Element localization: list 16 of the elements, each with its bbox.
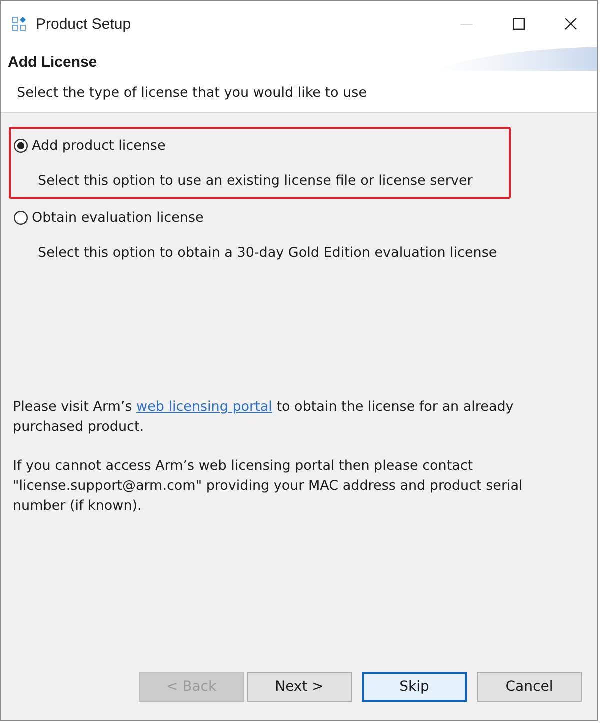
radio-button[interactable]	[14, 211, 28, 225]
option-description: Select this option to obtain a 30-day Gold Edition evaluation license	[38, 244, 498, 263]
dialog-button[interactable]: Cancel	[477, 672, 582, 702]
dialog-button[interactable]: Next >	[247, 672, 352, 702]
info-paragraph: If you cannot access Arm’s web licensing portal then please contact "license.support@arm.com" providing your MAC address and product serial number (if known).	[13, 457, 524, 516]
option-description: Select this option to use an existing license file or license server	[38, 172, 473, 191]
page-title: Add License	[7, 53, 98, 73]
licensing-portal-link[interactable]: web licensing portal	[136, 399, 272, 415]
option-label[interactable]: Add product license	[32, 136, 166, 156]
info-paragraph: Please visit Arm’s web licensing portal to obtain the license for an already purchased product.	[13, 398, 515, 437]
app-icon	[12, 17, 26, 31]
radio-button[interactable]	[14, 139, 28, 153]
option-label[interactable]: Obtain evaluation license	[32, 208, 204, 228]
page-subtitle: Select the type of license that you would like to use	[17, 84, 367, 103]
window-title: Product Setup	[36, 16, 132, 32]
dialog-button[interactable]: Skip	[362, 672, 467, 702]
